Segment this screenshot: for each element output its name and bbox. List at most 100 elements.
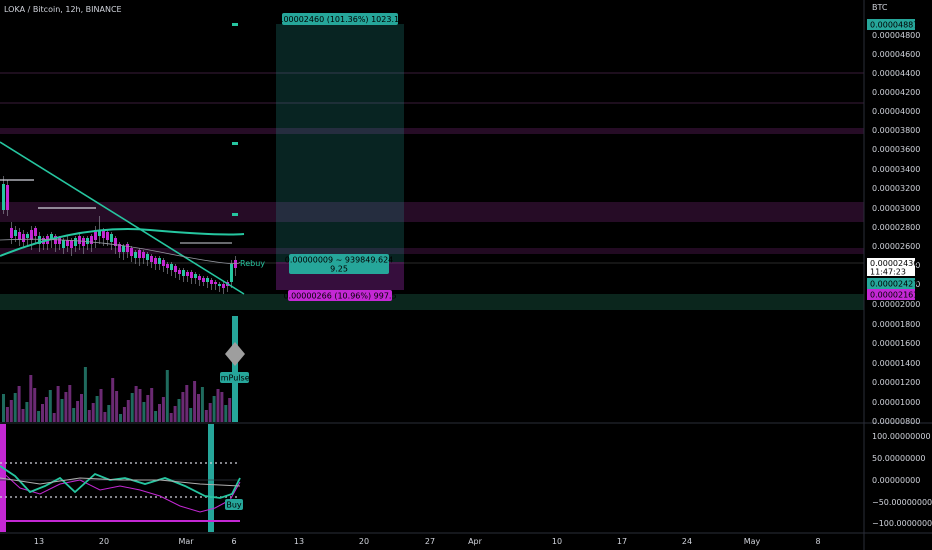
resistance-zone-3 — [0, 248, 864, 254]
volume-bar — [134, 386, 138, 422]
volume-bar — [197, 394, 200, 422]
candle-body — [142, 252, 145, 258]
price-tick-label: 0.00004800 — [872, 31, 920, 40]
volume-bar — [103, 412, 107, 422]
center-label-line2: 9.25 — [330, 265, 348, 274]
volume-bar — [212, 396, 216, 422]
resistance-zone-1 — [0, 128, 864, 134]
volume-bar — [173, 406, 177, 422]
price-tick-label: 0.00001600 — [872, 339, 920, 348]
volume-bar — [158, 404, 161, 422]
time-axis-label: 13 — [34, 537, 44, 546]
time-axis-label: 10 — [552, 537, 562, 546]
target-label: 0.00002460 (101.36%) 1023.12 — [276, 15, 404, 24]
volume-bar — [60, 399, 64, 422]
candle-body — [162, 260, 165, 266]
volume-bar — [68, 385, 72, 422]
volume-bar — [119, 414, 122, 422]
time-axis-label: 24 — [682, 537, 692, 546]
volume-bar — [193, 381, 197, 422]
volume-group — [2, 367, 236, 422]
volume-bar — [76, 401, 80, 422]
volume-bar — [52, 413, 56, 422]
volume-bar — [181, 392, 185, 422]
target-zone[interactable] — [276, 24, 404, 262]
osc-tick-label: −100.00000000 — [872, 519, 932, 528]
volume-bar — [72, 408, 76, 422]
volume-bar — [48, 390, 52, 422]
candle-body — [110, 234, 113, 242]
candle-body — [170, 264, 173, 270]
price-tick-label: 0.00003000 — [872, 204, 920, 213]
candle-body — [198, 276, 201, 280]
candle-body — [10, 228, 13, 238]
time-axis-label: 8 — [815, 537, 820, 546]
price-tick-label: 0.00000800 — [872, 417, 920, 426]
time-axis[interactable]: 13 20 Mar 6 13 20 27 Apr 10 17 24 May 8 — [34, 537, 821, 546]
candle-body — [214, 282, 217, 284]
candle-body — [70, 240, 73, 248]
chart-canvas[interactable]: ImPulse Buy BTC 0.000048000.000046000.00… — [0, 0, 932, 550]
green-price-tag: 0.00002427 — [870, 280, 918, 289]
candle-body — [6, 185, 9, 210]
impulse-diamond-icon — [225, 342, 245, 366]
volume-bar — [165, 370, 169, 422]
volume-bar — [216, 389, 220, 422]
candle-body — [174, 266, 177, 272]
volume-bar — [2, 394, 5, 422]
candle-body — [126, 244, 129, 252]
candle-body — [138, 250, 141, 258]
volume-bar — [87, 410, 91, 422]
buy-label: Buy — [226, 501, 242, 510]
candle-body — [190, 272, 193, 278]
oscillator-axis-ticks[interactable]: 100.00000000 50.00000000 0.00000000 −50.000… — [872, 432, 932, 528]
volume-bar — [185, 385, 189, 422]
volume-bar — [189, 408, 193, 422]
volume-bar — [130, 393, 134, 422]
volume-bar — [41, 404, 44, 422]
small-label: Rebuy — [240, 259, 265, 268]
volume-bar — [64, 392, 68, 422]
price-tick-label: 0.00004000 — [872, 107, 920, 116]
price-tick-label: 0.00004200 — [872, 88, 920, 97]
marker-dash — [232, 23, 238, 26]
candles-group — [2, 176, 237, 294]
candle-body — [22, 234, 25, 242]
max-price-tag: 0.00004887 — [870, 21, 918, 30]
volume-bar — [37, 411, 41, 422]
volume-bar — [169, 413, 173, 422]
price-tick-label: 0.00003800 — [872, 126, 920, 135]
volume-bar — [111, 378, 115, 422]
marker-dash — [232, 213, 238, 216]
price-axis-ticks[interactable]: 0.00004800 0.00004600 0.00004400 0.00004200… — [872, 31, 920, 426]
candle-body — [202, 278, 205, 282]
volume-bar — [13, 393, 17, 422]
candle-body — [82, 238, 85, 246]
price-tick-label: 0.00001800 — [872, 320, 920, 329]
time-axis-label: 27 — [425, 537, 435, 546]
candle-body — [158, 258, 161, 264]
center-label-line1: 0.00000009 ~ 939849.624 — [285, 256, 394, 265]
candle-body — [210, 280, 213, 284]
candle-body — [194, 274, 197, 278]
candle-body — [58, 238, 61, 244]
osc-tick-label: 0.00000000 — [872, 476, 920, 485]
volume-bar — [21, 409, 25, 422]
marker-dash — [232, 142, 238, 145]
volume-bar — [200, 387, 204, 422]
osc-tick-label: −50.00000000 — [872, 498, 932, 507]
volume-bar — [83, 367, 87, 422]
volume-bar — [107, 405, 111, 422]
candle-body — [222, 284, 225, 288]
time-axis-label: 6 — [231, 537, 236, 546]
volume-bar — [33, 388, 37, 422]
volume-bar — [17, 386, 21, 422]
volume-bar — [161, 397, 165, 422]
volume-bar — [154, 411, 158, 422]
impulse-volume-bar — [232, 316, 238, 422]
candle-body — [14, 230, 17, 236]
resistance-zone-2 — [0, 202, 864, 222]
volume-bar — [91, 403, 95, 422]
price-tick-label: 0.00003400 — [872, 165, 920, 174]
candle-body — [206, 278, 209, 282]
